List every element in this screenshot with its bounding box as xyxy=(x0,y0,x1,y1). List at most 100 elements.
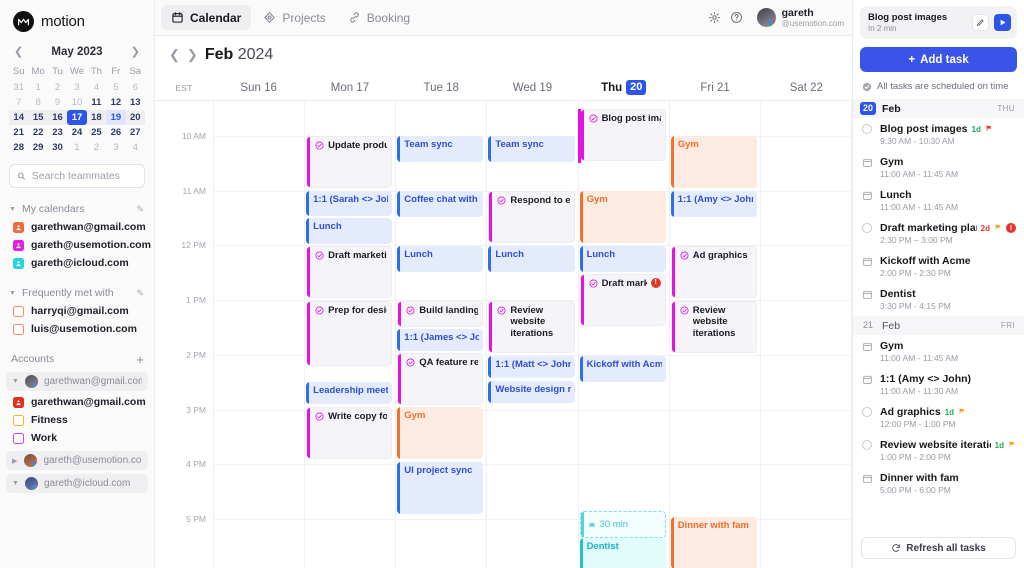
calendar-event[interactable]: Team sync xyxy=(397,136,484,162)
task-check-icon[interactable] xyxy=(497,305,506,315)
question-circle-icon[interactable] xyxy=(727,8,747,28)
day-column[interactable]: Blog post imag Gym Lunch Draft market! Kicko… xyxy=(577,101,670,568)
day-column[interactable] xyxy=(213,101,306,568)
task-list[interactable]: 20 Feb THU Blog post images 1d 9:30 AM - 10:3… xyxy=(853,99,1024,530)
mini-calendar-day[interactable]: 15 xyxy=(28,110,47,125)
mini-calendar-day[interactable]: 29 xyxy=(28,140,47,155)
mini-calendar-day[interactable]: 3 xyxy=(67,80,86,95)
account-row[interactable]: ▼ garethwan@gmail.com xyxy=(6,372,148,391)
calendar-event[interactable]: Ad graphics xyxy=(670,246,757,298)
calendar-event[interactable]: Lunch xyxy=(579,246,666,272)
mini-calendar-day[interactable]: 19 xyxy=(106,110,126,125)
pencil-icon[interactable]: ✎ xyxy=(136,204,144,215)
calendar-event[interactable]: QA feature rele xyxy=(397,353,484,405)
calendar-event[interactable]: Coffee chat with J xyxy=(397,191,484,217)
chevron-down-icon[interactable]: ▼ xyxy=(12,480,19,487)
calendar-list-item[interactable]: garethwan@gmail.com xyxy=(0,218,154,236)
calendar-event[interactable]: Lunch xyxy=(488,246,575,272)
task-list-item[interactable]: Draft marketing plan 2d! 2:30 PM – 3:00 PM xyxy=(853,217,1024,250)
mini-calendar-day[interactable]: 2 xyxy=(87,140,106,155)
mini-calendar-prev-icon[interactable]: ❮ xyxy=(12,45,25,58)
calendar-event[interactable]: Website design rev xyxy=(488,381,575,403)
gear-icon[interactable] xyxy=(705,8,725,28)
plus-icon[interactable]: + xyxy=(136,353,144,366)
calendar-list-item[interactable]: luis@usemotion.com xyxy=(0,320,154,338)
calendar-event[interactable]: Leadership meetin xyxy=(306,382,393,404)
pencil-icon[interactable]: ✎ xyxy=(136,288,144,299)
mini-calendar-day[interactable]: 26 xyxy=(106,125,125,140)
tab-calendar[interactable]: Calendar xyxy=(161,5,252,30)
calendar-event[interactable]: 1:1 (Matt <> John) xyxy=(488,356,575,378)
day-column[interactable]: Gym 1:1 (Amy <> John) Ad graphics Review we… xyxy=(669,101,761,568)
mini-calendar-day[interactable]: 5 xyxy=(106,80,125,95)
mini-calendar-day[interactable]: 1 xyxy=(28,80,47,95)
user-chip[interactable]: gareth @usemotion.com xyxy=(756,7,844,28)
mini-calendar-day[interactable]: 8 xyxy=(28,95,47,110)
mini-calendar-day[interactable]: 12 xyxy=(106,95,125,110)
calendar-event[interactable]: Dentist xyxy=(579,538,666,568)
task-list-item[interactable]: Kickoff with Acme 2:00 PM - 2:30 PM xyxy=(853,250,1024,283)
mini-calendar-day[interactable]: 18 xyxy=(87,110,106,125)
mini-calendar-day[interactable]: 2 xyxy=(48,80,67,95)
calendar-event[interactable]: 1:1 (James <> Joh xyxy=(397,329,484,351)
task-list-item[interactable]: Ad graphics 1d 12:00 PM - 1:00 PM xyxy=(853,401,1024,434)
task-list-item[interactable]: Dentist 3:30 PM - 4:15 PM xyxy=(853,283,1024,316)
task-check-icon[interactable] xyxy=(497,195,506,205)
mini-calendar-next-icon[interactable]: ❯ xyxy=(129,45,142,58)
calendar-list-item[interactable]: Work xyxy=(0,429,154,447)
chevron-down-icon[interactable]: ▼ xyxy=(12,378,19,385)
calendar-event[interactable]: Prep for design xyxy=(306,301,393,366)
calendar-event[interactable]: Review website iterations xyxy=(488,301,575,353)
day-header-cell[interactable]: Mon 17 xyxy=(304,75,395,100)
mini-calendar-day[interactable]: 31 xyxy=(9,80,28,95)
day-column[interactable]: Update produc 1:1 (Sarah <> John Lunch Draf… xyxy=(305,101,397,568)
calendar-event[interactable]: Gym xyxy=(579,191,666,243)
calendar-next-icon[interactable]: ❯ xyxy=(187,47,198,63)
task-list-item[interactable]: 1:1 (Amy <> John) 11:00 AM - 11:30 AM xyxy=(853,368,1024,401)
search-teammates-box[interactable] xyxy=(9,164,145,188)
edit-task-button[interactable] xyxy=(972,14,989,31)
calendar-event[interactable]: Blog post imag xyxy=(579,109,666,161)
calendar-event[interactable]: 30 min xyxy=(579,511,666,538)
mini-calendar-day[interactable]: 17 xyxy=(67,110,87,125)
task-list-item[interactable]: Blog post images 1d 9:30 AM - 10:30 AM xyxy=(853,118,1024,151)
calendar-event[interactable]: Respond to em xyxy=(488,191,575,243)
mini-calendar-day[interactable]: 11 xyxy=(87,95,106,110)
mini-calendar-day[interactable]: 30 xyxy=(48,140,67,155)
mini-calendar-day[interactable]: 24 xyxy=(67,125,86,140)
task-checkbox[interactable] xyxy=(862,440,872,450)
day-header-cell[interactable]: Thu 20 xyxy=(578,75,669,100)
calendar-event[interactable]: Gym xyxy=(670,136,757,188)
calendar-list-item[interactable]: garethwan@gmail.com xyxy=(0,393,154,411)
task-list-item[interactable]: Dinner with fam 5:00 PM - 6:00 PM xyxy=(853,467,1024,500)
task-check-icon[interactable] xyxy=(406,305,415,315)
mini-calendar-day[interactable]: 28 xyxy=(9,140,28,155)
calendar-list-item[interactable]: Fitness xyxy=(0,411,154,429)
mini-calendar-day[interactable]: 22 xyxy=(28,125,47,140)
calendar-event[interactable]: Draft marketing xyxy=(306,246,393,298)
calendar-event[interactable]: Draft market! xyxy=(579,274,666,326)
current-task-card[interactable]: Blog post images In 2 min xyxy=(860,6,1017,39)
mini-calendar-day[interactable]: 10 xyxy=(67,95,86,110)
account-row[interactable]: ▶ gareth@usemotion.com xyxy=(6,451,148,470)
refresh-all-tasks-button[interactable]: Refresh all tasks xyxy=(861,537,1016,559)
calendar-event[interactable]: Lunch xyxy=(306,218,393,244)
calendar-event[interactable]: Kickoff with Acme xyxy=(579,356,666,382)
mini-calendar-day[interactable]: 25 xyxy=(87,125,106,140)
calendar-prev-icon[interactable]: ❮ xyxy=(169,47,180,63)
mini-calendar-day[interactable]: 4 xyxy=(126,140,145,155)
day-header-cell[interactable]: Sun 16 xyxy=(213,75,304,100)
task-check-icon[interactable] xyxy=(680,305,689,315)
account-row[interactable]: ▼ gareth@icloud.com xyxy=(6,474,148,493)
start-task-button[interactable] xyxy=(994,14,1011,31)
task-list-item[interactable]: Lunch 11:00 AM - 11:45 AM xyxy=(853,184,1024,217)
calendar-event[interactable]: Gym xyxy=(397,407,484,459)
mini-calendar-day[interactable]: 16 xyxy=(48,110,67,125)
task-check-icon[interactable] xyxy=(589,278,598,288)
mini-calendar-day[interactable]: 3 xyxy=(106,140,125,155)
mini-calendar-day[interactable]: 13 xyxy=(126,95,145,110)
task-check-icon[interactable] xyxy=(406,357,415,367)
day-columns[interactable]: Update produc 1:1 (Sarah <> John Lunch Draf… xyxy=(213,101,852,568)
day-column[interactable]: Team sync Respond to em Lunch Review websit… xyxy=(487,101,579,568)
mini-calendar-day[interactable]: 1 xyxy=(67,140,86,155)
